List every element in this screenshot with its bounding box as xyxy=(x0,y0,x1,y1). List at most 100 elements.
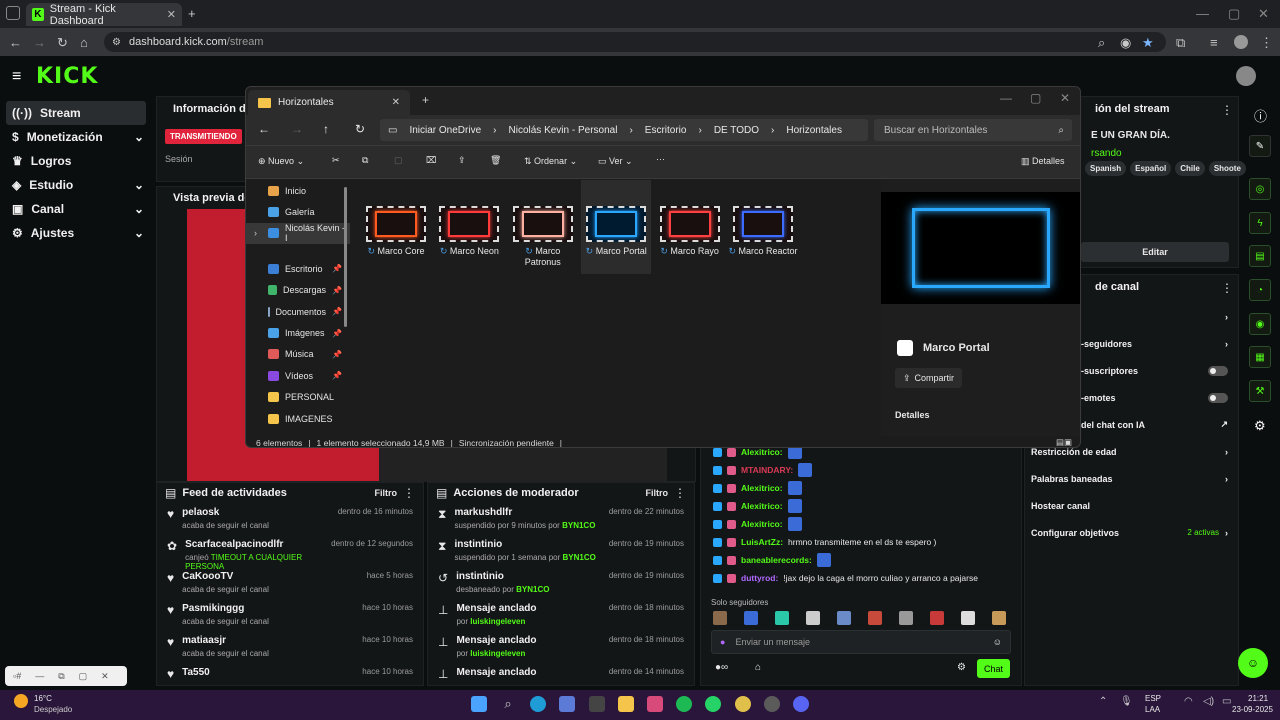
emote-icon[interactable] xyxy=(899,611,913,625)
minimize-icon[interactable]: — xyxy=(35,671,44,681)
battery-icon[interactable]: ▭ xyxy=(1222,696,1231,707)
focus-icon[interactable]: ◎ xyxy=(1249,178,1271,200)
browser-menu-icon[interactable]: ⋮ xyxy=(1260,35,1273,51)
chat-message[interactable]: LuisArtZz: hrmno transmiteme en el ds te … xyxy=(701,533,1021,551)
discord-icon[interactable] xyxy=(793,696,809,712)
settings-control[interactable]: ↗ xyxy=(1220,419,1228,430)
nav-item[interactable]: Galería xyxy=(246,201,350,222)
copy-icon[interactable]: ⧉ xyxy=(362,155,368,166)
settings-control[interactable]: › xyxy=(1225,447,1228,457)
photos-icon[interactable] xyxy=(647,696,663,712)
sidebar-item-monetizacion[interactable]: $ Monetización ⌄ xyxy=(0,125,152,149)
file-item[interactable]: ↻ Marco Patronus xyxy=(508,180,578,274)
emote-icon[interactable] xyxy=(775,611,789,625)
bits-icon[interactable]: ●∞ xyxy=(715,662,728,673)
sidebar-item-ajustes[interactable]: ⚙ Ajustes ⌄ xyxy=(0,221,152,245)
settings-control[interactable]: › xyxy=(1225,339,1228,349)
mod-target[interactable]: Mensaje anclado xyxy=(456,667,536,678)
mini-window-bar[interactable]: ▫# — ⧉ ▢ ✕ xyxy=(5,666,127,686)
nav-item[interactable]: IMAGENES xyxy=(246,408,350,429)
close-icon[interactable]: ✕ xyxy=(101,671,109,682)
settings-row[interactable]: Hostear canal xyxy=(1025,492,1238,519)
list-item[interactable]: ⧗ markushdlfr suspendido por 9 minutos por… xyxy=(428,503,694,535)
list-item[interactable]: ↺ instintinio desbaneado por BYN1CO dentro … xyxy=(428,567,694,599)
stream-tag[interactable]: Shoote xyxy=(1208,161,1246,176)
chat-bubble-icon[interactable]: ◔ xyxy=(1249,279,1271,301)
explorer-tab[interactable]: Horizontales ✕ xyxy=(248,90,410,115)
back-icon[interactable]: ← xyxy=(9,35,22,50)
feed-user[interactable]: Ta550 xyxy=(182,667,210,678)
extensions-icon[interactable]: ⧉ xyxy=(1176,35,1185,51)
nav-item[interactable]: Descargas 📌 xyxy=(246,280,350,301)
spotify-icon[interactable] xyxy=(676,696,692,712)
chat-message[interactable]: Alexitrico: xyxy=(701,515,1021,533)
list-item[interactable]: ⧗ instintinio suspendido por 1 semana por … xyxy=(428,535,694,567)
more-icon[interactable]: ⋮ xyxy=(1221,281,1233,295)
emote-icon[interactable] xyxy=(961,611,975,625)
zoom-icon[interactable]: ⌕ xyxy=(1098,35,1105,51)
file-item[interactable]: ↻ Marco Reactor xyxy=(728,180,798,274)
file-item[interactable]: ↻ Marco Portal xyxy=(581,180,652,274)
document-icon[interactable]: ▤ xyxy=(1249,245,1271,267)
forward-icon[interactable]: → xyxy=(33,35,46,50)
share-button[interactable]: ⇪ Compartir xyxy=(895,368,963,388)
chat-username[interactable]: Alexitrico: xyxy=(741,447,783,457)
refresh-icon[interactable]: ↻ xyxy=(355,122,365,136)
feed-user[interactable]: Pasmikinggg xyxy=(182,603,269,614)
chat-message[interactable]: duttyrod: !jax dejo la caga el morro culi… xyxy=(701,569,1021,587)
edit-stream-button[interactable]: Editar xyxy=(1081,242,1229,262)
nav-item[interactable]: Vídeos 📌 xyxy=(246,365,350,386)
breadcrumb-item[interactable]: Escritorio xyxy=(645,125,687,136)
maximize-icon[interactable]: ▢ xyxy=(79,671,88,682)
breadcrumb-item[interactable]: Horizontales xyxy=(786,125,842,136)
chat-username[interactable]: MTAINDARY: xyxy=(741,465,793,475)
more-icon[interactable]: ⋮ xyxy=(674,486,686,500)
chat-message[interactable]: Alexitrico: xyxy=(701,497,1021,515)
profile-avatar[interactable] xyxy=(1234,35,1248,49)
help-bubble-icon[interactable]: ☺ xyxy=(1238,648,1268,678)
volume-icon[interactable]: ◁) xyxy=(1203,696,1214,707)
delete-icon[interactable]: 🗑 xyxy=(490,155,501,166)
stream-tag[interactable]: Chile xyxy=(1175,161,1205,176)
file-item[interactable]: ↻ Marco Rayo xyxy=(655,180,725,274)
breadcrumb-item[interactable]: Iniciar OneDrive xyxy=(409,125,481,136)
stream-tag[interactable]: Spanish xyxy=(1085,161,1127,176)
back-icon[interactable]: ← xyxy=(258,122,270,136)
mod-by[interactable]: BYN1CO xyxy=(563,553,596,562)
mod-target[interactable]: markushdlfr xyxy=(454,507,595,518)
feed-user[interactable]: pelaosk xyxy=(182,507,269,518)
chat-message[interactable]: baneablerecords: xyxy=(701,551,1021,569)
chevron-right-icon[interactable]: › xyxy=(254,228,257,238)
details-button[interactable]: ▥ Detalles xyxy=(1021,156,1065,167)
kick-logo[interactable]: KICK xyxy=(36,64,98,89)
mod-by[interactable]: luiskingeleven xyxy=(470,649,525,658)
emote-icon[interactable] xyxy=(930,611,944,625)
emote-icon[interactable] xyxy=(837,611,851,625)
sort-button[interactable]: ⇅ Ordenar ⌄ xyxy=(524,156,577,167)
list-item[interactable]: ♥ pelaosk acaba de seguir el canal dentro d… xyxy=(157,503,423,535)
chat-username[interactable]: Alexitrico: xyxy=(741,483,783,493)
file-item[interactable]: ↻ Marco Neon xyxy=(434,180,504,274)
settings-control[interactable] xyxy=(1208,392,1228,403)
mod-target[interactable]: instintinio xyxy=(456,571,549,582)
emote-icon[interactable] xyxy=(713,611,727,625)
chat-settings-icon[interactable]: ⚙ xyxy=(957,662,966,673)
nav-scrollbar[interactable] xyxy=(344,187,347,327)
chat-username[interactable]: LuisArtZz: xyxy=(741,537,783,547)
keyboard-layout[interactable]: LAA xyxy=(1145,705,1160,714)
edit-icon[interactable]: ✎ xyxy=(1249,135,1271,157)
emote-icon[interactable] xyxy=(992,611,1006,625)
more-icon[interactable]: ⋮ xyxy=(1221,103,1233,117)
minimize-icon[interactable]: — xyxy=(1000,91,1012,105)
chat-message[interactable]: MTAINDARY: xyxy=(701,461,1021,479)
up-icon[interactable]: ↑ xyxy=(323,122,329,136)
list-item[interactable]: ⊥ Mensaje anclado por luiskingeleven dentro… xyxy=(428,599,694,631)
mod-by[interactable]: BYN1CO xyxy=(516,585,549,594)
obs-icon[interactable] xyxy=(764,696,780,712)
gear-icon[interactable]: ⚙ xyxy=(1254,418,1266,434)
url-field[interactable]: ⚙ dashboard.kick.com/stream xyxy=(104,32,1166,52)
forward-icon[interactable]: → xyxy=(291,122,303,136)
mic-icon[interactable]: 🎙 xyxy=(1120,696,1133,707)
file-item[interactable]: ↻ Marco Core xyxy=(361,180,431,274)
emote-icon[interactable] xyxy=(744,611,758,625)
